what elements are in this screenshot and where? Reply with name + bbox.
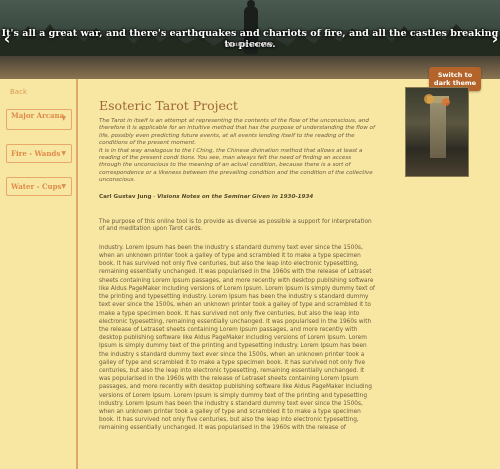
flame-shape xyxy=(442,98,450,106)
menu-item-label: Water - Cups xyxy=(11,182,62,191)
menu-item-label: Major Arcana xyxy=(11,111,65,120)
tower-shape xyxy=(427,96,449,158)
hero-quote-author: Aleister Crowley xyxy=(226,42,274,48)
sidebar: Back Major Arcana ▼ Fire - Wands ▼ Water… xyxy=(0,79,78,469)
main-content: Esoteric Tarot Project The Tarot in itse… xyxy=(99,98,375,433)
hero-ground xyxy=(0,56,500,79)
menu-water-cups-button[interactable]: Water - Cups ▼ xyxy=(6,177,72,196)
quote-attribution: Carl Gustav Jung - Visions Notes on the … xyxy=(99,194,375,201)
caret-down-icon: ▼ xyxy=(61,115,66,122)
attribution-source: Visions Notes on the Seminar Given in 19… xyxy=(157,193,314,200)
chevron-left-icon[interactable]: ‹ xyxy=(0,30,14,48)
flame-shape xyxy=(424,94,434,104)
chevron-right-icon[interactable]: › xyxy=(488,30,500,48)
back-link[interactable]: Back xyxy=(10,88,27,96)
quote-paragraph: The Tarot in itself is an attempt at rep… xyxy=(99,118,375,147)
menu-major-arcana-button[interactable]: Major Arcana ▼ xyxy=(6,109,72,130)
caret-down-icon: ▼ xyxy=(61,183,66,190)
intro-quote: The Tarot in itself is an attempt at rep… xyxy=(99,118,375,185)
menu-fire-wands-button[interactable]: Fire - Wands ▼ xyxy=(6,144,72,163)
attribution-author: Carl Gustav Jung xyxy=(99,193,152,200)
menu-item-label: Fire - Wands xyxy=(11,149,61,158)
caret-down-icon: ▼ xyxy=(61,150,66,157)
tarot-card-image xyxy=(405,87,469,177)
purpose-text: The purpose of this online tool is to pr… xyxy=(99,219,372,233)
page-title: Esoteric Tarot Project xyxy=(99,98,238,113)
quote-paragraph: It is in that way analogous to the I Chi… xyxy=(99,147,373,184)
body-text: Industry. Lorem Ipsum has been the indus… xyxy=(99,244,375,432)
hero-banner: It's all a great war, and there's earthq… xyxy=(0,0,500,79)
